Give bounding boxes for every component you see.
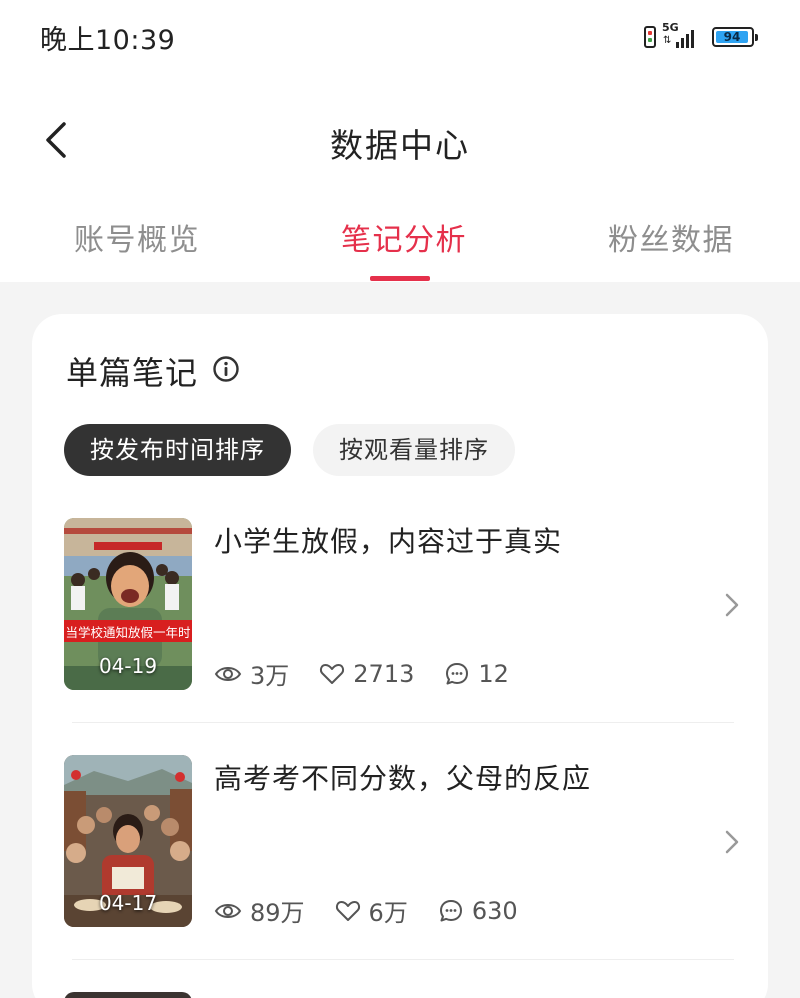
chevron-right-icon	[725, 830, 739, 854]
sort-by-views-button[interactable]: 按观看量排序	[313, 424, 515, 476]
battery-level: 94	[716, 31, 748, 43]
tab-note-analysis[interactable]: 笔记分析	[341, 215, 467, 259]
chevron-right-icon	[725, 593, 739, 617]
divider	[72, 959, 734, 960]
note-item[interactable]: 04-17 高考考不同分数，父母的反应 89万 6万 630	[64, 755, 744, 931]
tab-fan-data[interactable]: 粉丝数据	[608, 215, 734, 259]
status-icons: 5G ⇅ 94	[644, 21, 758, 50]
info-icon[interactable]	[212, 355, 240, 383]
note-thumbnail: 当学校通知放假一年时 04-19	[64, 518, 192, 690]
thumbnail-caption: 当学校通知放假一年时	[65, 625, 191, 640]
likes-count: 2713	[353, 659, 415, 688]
sort-by-publish-time-button[interactable]: 按发布时间排序	[64, 424, 291, 476]
divider	[72, 722, 734, 723]
active-tab-indicator	[370, 276, 430, 281]
comments-count: 12	[478, 659, 509, 688]
likes-count: 6万	[368, 899, 408, 927]
likes-stat: 6万	[335, 893, 408, 928]
heart-icon	[320, 663, 345, 684]
views-stat: 89万	[214, 893, 305, 928]
comments-stat: 630	[438, 897, 518, 925]
note-stats: 3万 2713 12	[214, 656, 539, 691]
sim-card-icon	[644, 26, 656, 48]
single-note-card: 单篇笔记 按发布时间排序 按观看量排序 当学校通知放假一年时 04-19 小学生…	[32, 314, 768, 998]
comments-count: 630	[471, 896, 518, 925]
note-thumbnail: 04-17	[64, 755, 192, 927]
cellular-signal-icon: 5G ⇅	[662, 21, 700, 50]
note-stats: 89万 6万 630	[214, 893, 548, 928]
views-stat: 3万	[214, 656, 289, 691]
note-thumbnail-partial	[64, 992, 192, 998]
views-count: 89万	[250, 899, 305, 927]
comments-stat: 12	[444, 660, 509, 688]
likes-stat: 2713	[319, 660, 414, 688]
note-title: 高考考不同分数，父母的反应	[214, 762, 592, 795]
note-item[interactable]: 当学校通知放假一年时 04-19 小学生放假，内容过于真实 3万 2713 12	[64, 518, 744, 694]
note-date: 04-19	[98, 654, 158, 678]
tab-account-overview[interactable]: 账号概览	[74, 215, 200, 259]
section-title: 单篇笔记	[66, 354, 199, 392]
note-title: 小学生放假，内容过于真实	[214, 525, 563, 558]
comment-icon	[439, 899, 462, 921]
status-bar: 晚上10:39 5G ⇅ 94	[0, 0, 800, 76]
views-count: 3万	[250, 662, 290, 690]
page-title: 数据中心	[330, 126, 470, 165]
eye-icon	[214, 666, 242, 681]
page-header: 数据中心 账号概览 笔记分析 粉丝数据	[0, 76, 800, 282]
data-arrows-icon: ⇅	[663, 35, 672, 46]
sort-options: 按发布时间排序 按观看量排序	[64, 424, 515, 476]
comment-icon	[446, 662, 469, 684]
eye-icon	[214, 903, 242, 918]
heart-icon	[335, 900, 360, 921]
note-date: 04-17	[98, 891, 158, 915]
status-time: 晚上10:39	[40, 25, 176, 56]
signal-bars-icon	[676, 30, 694, 48]
battery-icon: 94	[712, 27, 758, 47]
tab-bar: 账号概览 笔记分析 粉丝数据	[0, 211, 800, 282]
